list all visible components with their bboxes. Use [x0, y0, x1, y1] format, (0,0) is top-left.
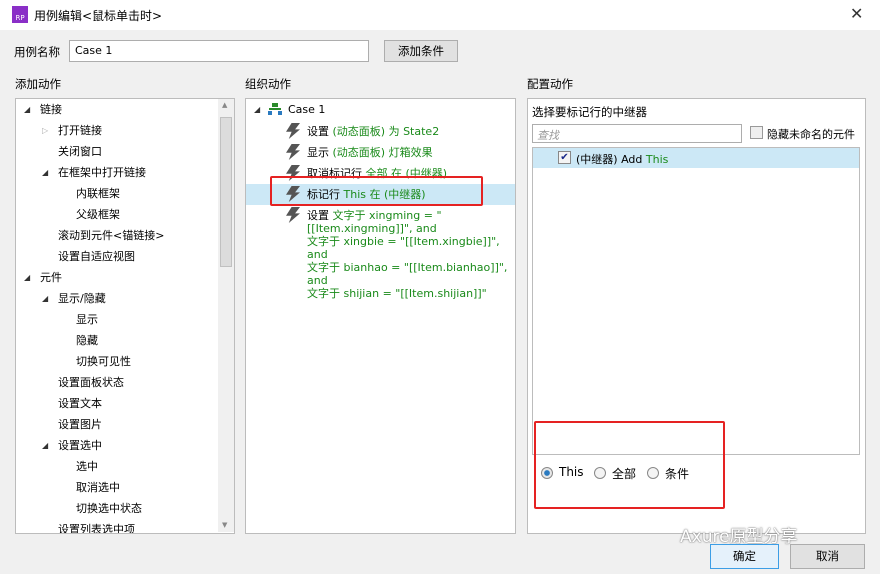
- repeater-list-item[interactable]: ✔ (中继器) Add This: [533, 148, 859, 168]
- expanded-icon[interactable]: ◢: [254, 105, 260, 114]
- action-text: 设置: [307, 125, 333, 138]
- action-tree-item-label: 选中: [76, 460, 98, 473]
- action-line: 文字于 xingbie = "[[Item.xingbie]]", and: [307, 235, 512, 261]
- add-condition-button[interactable]: 添加条件: [384, 40, 458, 62]
- configure-action-heading: 配置动作: [527, 77, 573, 91]
- action-tree-item[interactable]: 关闭窗口: [58, 141, 102, 162]
- action-tree-item[interactable]: 切换可见性: [76, 351, 131, 372]
- expanded-icon[interactable]: ◢: [42, 162, 48, 183]
- action-tree-item[interactable]: ◢ 链接: [24, 99, 62, 120]
- action-tree-item[interactable]: ◢ 设置选中: [42, 435, 102, 456]
- lightning-icon: [286, 123, 300, 139]
- scroll-down-icon[interactable]: ▼: [222, 521, 227, 529]
- lightning-icon: [286, 207, 300, 223]
- highlight-box: [534, 421, 725, 509]
- action-tree-item[interactable]: ▷ 打开链接: [42, 120, 102, 141]
- action-tree-item-label: 内联框架: [76, 187, 120, 200]
- action-tree-item-label: 打开链接: [58, 124, 102, 137]
- action-tree-item[interactable]: 取消选中: [76, 477, 120, 498]
- case-name-label: 用例名称: [14, 45, 60, 59]
- action-tree-item-label: 设置图片: [58, 418, 102, 431]
- action-tree-item[interactable]: 切换选中状态: [76, 498, 142, 519]
- lightning-icon: [286, 144, 300, 160]
- highlight-box: [270, 176, 483, 206]
- action-tree-item[interactable]: ◢ 元件: [24, 267, 62, 288]
- title-bar: RP 用例编辑<鼠标单击时> ✕: [0, 0, 880, 30]
- close-icon[interactable]: ✕: [850, 4, 863, 23]
- collapsed-icon[interactable]: ▷: [42, 120, 48, 141]
- action-tree-item-label: 元件: [40, 271, 62, 284]
- repeater-list: ✔ (中继器) Add This: [532, 147, 860, 455]
- action-tree-item-label: 设置列表选中项: [58, 523, 135, 534]
- action-tree-item-label: 取消选中: [76, 481, 120, 494]
- expanded-icon[interactable]: ◢: [24, 267, 30, 288]
- cancel-button[interactable]: 取消: [790, 544, 865, 569]
- action-item[interactable]: 设置 文字于 xingming = "[[Item.xingming]]", a…: [307, 209, 512, 300]
- action-text: 设置: [307, 209, 333, 222]
- action-tree-item-label: 切换可见性: [76, 355, 131, 368]
- action-line: 文字于 shijian = "[[Item.shijian]]": [307, 287, 512, 300]
- action-tree-item[interactable]: ◢ 在框架中打开链接: [42, 162, 146, 183]
- action-tree-item[interactable]: 设置面板状态: [58, 372, 124, 393]
- action-tree-item-label: 显示/隐藏: [58, 292, 106, 305]
- repeater-target: This: [645, 153, 669, 166]
- window-title: 用例编辑<鼠标单击时>: [34, 9, 163, 23]
- expanded-icon[interactable]: ◢: [42, 288, 48, 309]
- action-tree-item[interactable]: 内联框架: [76, 183, 120, 204]
- action-text: 显示: [307, 146, 333, 159]
- action-tree-item-label: 显示: [76, 313, 98, 326]
- hide-unnamed-checkbox[interactable]: [750, 126, 763, 139]
- add-action-heading: 添加动作: [15, 77, 61, 91]
- axure-rp-logo-icon: RP: [12, 6, 28, 23]
- action-item[interactable]: 显示 (动态面板) 灯箱效果: [307, 146, 512, 159]
- action-tree-item[interactable]: 选中: [76, 456, 98, 477]
- expanded-icon[interactable]: ◢: [24, 99, 30, 120]
- action-tree-item[interactable]: 设置自适应视图: [58, 246, 135, 267]
- action-tree-item[interactable]: 父级框架: [76, 204, 120, 225]
- action-tree-item-label: 隐藏: [76, 334, 98, 347]
- repeater-checkbox-checked-icon[interactable]: ✔: [558, 151, 571, 164]
- repeater-select-heading: 选择要标记行的中继器: [532, 105, 647, 119]
- action-line: 设置 文字于 xingming = "[[Item.xingming]]", a…: [307, 209, 512, 235]
- action-text: 文字于 xingbie = "[[Item.xingbie]]", and: [307, 235, 500, 261]
- action-line: 显示 (动态面板) 灯箱效果: [307, 146, 512, 159]
- action-tree-item-label: 切换选中状态: [76, 502, 142, 515]
- hide-unnamed-label: 隐藏未命名的元件: [767, 128, 855, 141]
- case-label[interactable]: Case 1: [288, 103, 325, 116]
- action-tree-item[interactable]: ◢ 显示/隐藏: [42, 288, 106, 309]
- case-name-input[interactable]: Case 1: [69, 40, 369, 62]
- organize-actions-heading: 组织动作: [245, 77, 291, 91]
- action-tree-item-label: 链接: [40, 103, 62, 116]
- action-text: (动态面板) 灯箱效果: [332, 146, 433, 159]
- expanded-icon[interactable]: ◢: [42, 435, 48, 456]
- action-tree-item-label: 父级框架: [76, 208, 120, 221]
- action-tree-item-label: 设置面板状态: [58, 376, 124, 389]
- action-tree-item[interactable]: 设置文本: [58, 393, 102, 414]
- action-line: 设置 (动态面板) 为 State2: [307, 125, 512, 138]
- search-input[interactable]: 查找: [532, 124, 742, 143]
- action-tree-item-label: 关闭窗口: [58, 145, 102, 158]
- action-text: 文字于 bianhao = "[[Item.bianhao]]", and: [307, 261, 508, 287]
- ok-button[interactable]: 确定: [710, 544, 779, 569]
- action-tree-item[interactable]: 显示: [76, 309, 98, 330]
- action-item[interactable]: 设置 (动态面板) 为 State2: [307, 125, 512, 138]
- action-tree-item-label: 在框架中打开链接: [58, 166, 146, 179]
- action-tree-item-label: 设置文本: [58, 397, 102, 410]
- action-tree-panel: ◢ 链接 ▷ 打开链接关闭窗口 ◢ 在框架中打开链接内联框架父级框架滚动到元件<锚链接> 设…: [15, 98, 235, 534]
- action-text: 文字于 shijian = "[[Item.shijian]]": [307, 287, 487, 300]
- action-tree-item-label: 设置自适应视图: [58, 250, 135, 263]
- action-tree-item[interactable]: 设置图片: [58, 414, 102, 435]
- action-tree-item[interactable]: 隐藏: [76, 330, 98, 351]
- action-tree-item[interactable]: 滚动到元件<锚链接>: [58, 225, 164, 246]
- action-tree-item-label: 滚动到元件<锚链接>: [58, 229, 165, 242]
- action-line: 文字于 bianhao = "[[Item.bianhao]]", and: [307, 261, 512, 287]
- organize-actions-panel: ◢ Case 1 设置 (动态面板) 为 State2 显示 (动态面板) 灯箱效…: [245, 98, 516, 534]
- repeater-name: (中继器) Add: [576, 153, 646, 166]
- action-text: (动态面板) 为 State2: [332, 125, 440, 138]
- scrollbar-thumb[interactable]: [220, 117, 232, 267]
- action-tree-item-label: 设置选中: [58, 439, 102, 452]
- case-tree-icon: [268, 103, 282, 115]
- action-tree-item[interactable]: 设置列表选中项: [58, 519, 135, 534]
- scroll-up-icon[interactable]: ▲: [222, 101, 227, 109]
